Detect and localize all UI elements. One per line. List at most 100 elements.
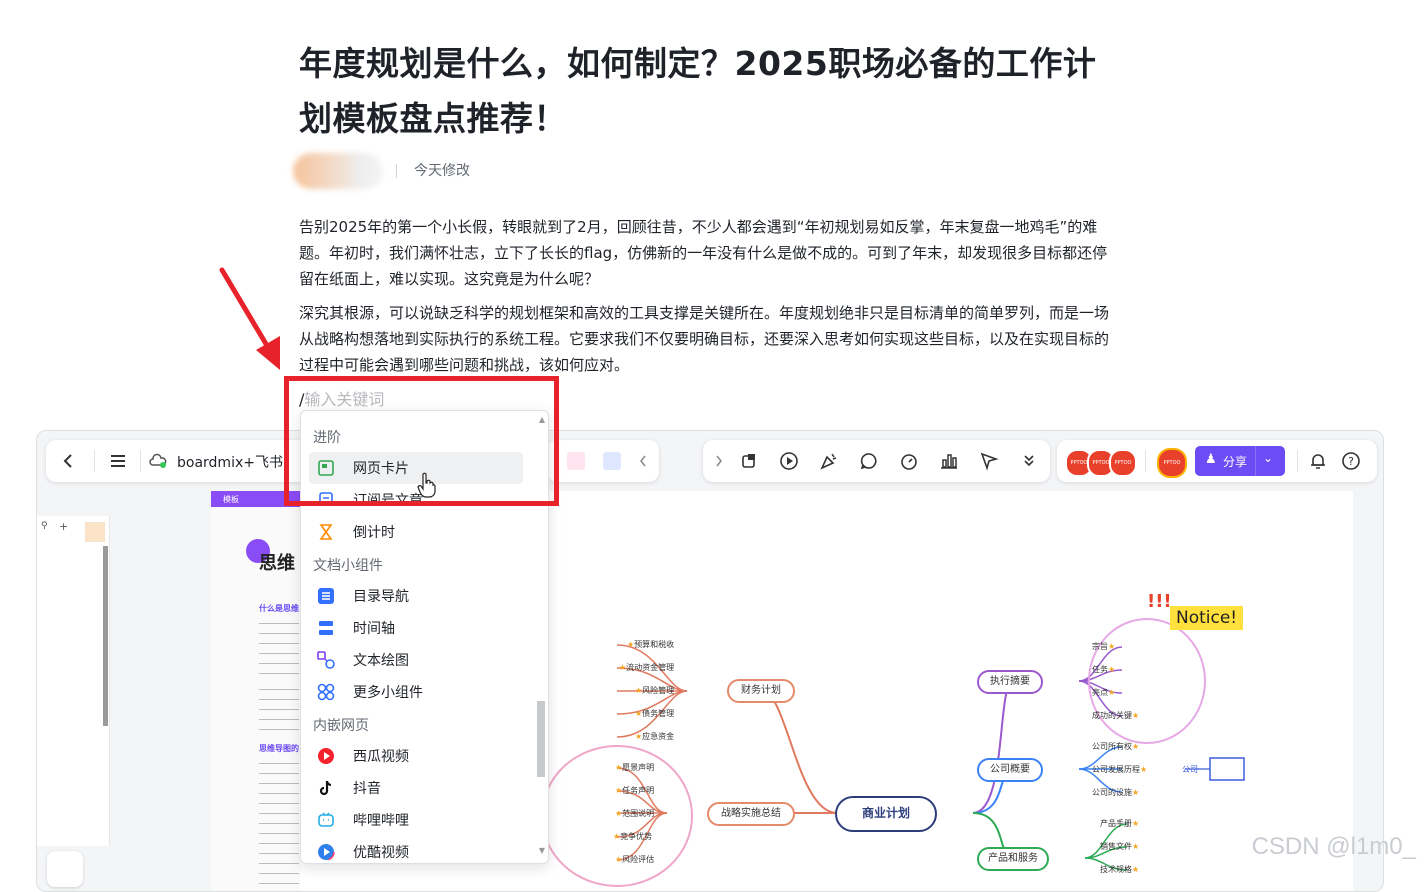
mindmap-leaf[interactable]: 亮点★ [1092, 687, 1115, 698]
cloud-sync-icon [148, 451, 168, 471]
self-avatar[interactable]: PPTOO [1157, 448, 1187, 478]
mindmap-leaf[interactable]: 宗旨★ [1092, 641, 1115, 652]
group-embed-web: 内嵌网页 [313, 718, 369, 734]
menu-item-label: 哔哩哔哩 [353, 813, 409, 829]
mindmap-leaf[interactable]: ★应急资金 [635, 731, 674, 742]
insert-toolbar [547, 440, 659, 482]
share-button[interactable]: ♟ 分享 ⌄ [1195, 446, 1285, 476]
present-icon[interactable] [779, 451, 799, 471]
mindmap-leaf[interactable]: ★预算和税收 [627, 639, 674, 650]
mindmap-node[interactable]: 战略实施总结 [707, 802, 795, 826]
menu-item-toc[interactable]: 目录导航 [309, 580, 523, 612]
mindmap-leaf[interactable]: 产品手册★ [1100, 818, 1139, 829]
collab-toolbar: PPTOO PPTOO PPTOO PPTOO ♟ 分享 ⌄ ? [1057, 440, 1377, 482]
mindmap-leaf[interactable]: ★愿景声明 [615, 762, 654, 773]
mindmap-leaf[interactable]: 任务★ [1092, 664, 1115, 675]
hourglass-icon [319, 524, 333, 540]
mindmap-node[interactable]: 公司概要 [977, 758, 1043, 782]
template-label: 模板 [223, 495, 239, 504]
follow-cursor-icon[interactable] [979, 451, 999, 471]
timeline-icon [319, 621, 333, 635]
mindmap-leaf[interactable]: ★风险管理 [635, 685, 674, 696]
mindmap-leaf[interactable]: 公司的设施★ [1092, 787, 1139, 798]
back-icon[interactable] [58, 451, 78, 471]
share-dropdown-chevron-icon[interactable]: ⌄ [1263, 451, 1273, 465]
app-logo-icon[interactable] [47, 851, 83, 887]
mindmap-leaf[interactable]: ★范围说明 [615, 808, 654, 819]
timer-icon[interactable] [899, 451, 919, 471]
doc-subheading-2: 思维导图的 [259, 744, 299, 753]
menu-item-xigua[interactable]: 西瓜视频 [309, 740, 523, 772]
mindmap-leaf[interactable]: 公司发展历程★ [1092, 764, 1147, 775]
mindmap-leaf[interactable]: ★风险评估 [615, 854, 654, 865]
widgets-icon [317, 683, 335, 701]
paragraph-1[interactable]: 告别2025年的第一个小长假，转眼就到了2月，回顾往昔，不少人都会遇到“年初规划… [299, 214, 1109, 292]
hand-cursor-icon [417, 472, 436, 498]
doc-subheading-1: 什么是思维 [259, 604, 299, 613]
panel-scrollbar[interactable] [103, 546, 108, 726]
group-doc-widgets: 文档小组件 [313, 558, 383, 574]
collapse-left-icon[interactable] [633, 451, 653, 471]
vote-icon[interactable] [939, 451, 959, 471]
menu-item-bilibili[interactable]: 哔哩哔哩 [309, 804, 523, 836]
paragraph-2[interactable]: 深究其根源，可以说缺乏科学的规划框架和高效的工具支撑是关键所在。年度规划绝非只是… [299, 300, 1109, 378]
sticky-tool-icon[interactable] [739, 451, 759, 471]
mindmap-leaf[interactable]: ★债务管理 [635, 708, 674, 719]
menu-item-douyin[interactable]: 抖音 [309, 772, 523, 804]
left-toolbar: boardmix+飞书 [46, 440, 314, 482]
boardmix-embed[interactable]: boardmix+飞书 PPTOO PPTOO PPTOO PPTOO ♟ 分享… [36, 430, 1384, 892]
comment-tool-icon[interactable] [603, 452, 621, 470]
add-icon[interactable]: + [59, 520, 68, 533]
menu-item-countdown[interactable]: 倒计时 [309, 516, 523, 548]
red-arrow-annotation [219, 267, 280, 370]
menu-item-label: 抖音 [353, 781, 381, 797]
menu-item-text-drawing[interactable]: 文本绘图 [309, 644, 523, 676]
expand-right-icon[interactable] [709, 451, 729, 471]
mindmap-leaf[interactable]: ★任务声明 [615, 785, 654, 796]
modified-time: 今天修改 [414, 163, 470, 179]
search-icon[interactable]: ⚲ [41, 521, 48, 531]
right-toolbar [703, 440, 1050, 482]
app-name[interactable]: boardmix+飞书 [177, 452, 283, 472]
mindmap-leaf[interactable]: 成功的关键★ [1092, 710, 1139, 721]
collaborator-avatar[interactable]: PPTOO [1109, 449, 1137, 477]
csdn-watermark: CSDN @l1m0_ [1251, 833, 1416, 860]
comment-icon[interactable] [859, 451, 879, 471]
doc-text-block [259, 617, 299, 677]
menu-icon[interactable] [108, 451, 128, 471]
mindmap-leaf[interactable]: ★竞争优势 [613, 831, 652, 842]
author-avatar-blurred [293, 153, 383, 189]
celebrate-icon[interactable] [819, 451, 839, 471]
scroll-down-arrow-icon[interactable]: ▼ [539, 846, 545, 855]
left-panel: ⚲ + [37, 516, 110, 887]
article-title: 年度规划是什么，如何制定？2025职场必备的工作计划模板盘点推荐！ [299, 44, 1097, 138]
mindmap-leaf[interactable]: 销售文件★ [1100, 841, 1139, 852]
menu-item-youku[interactable]: 优酷视频 [309, 836, 523, 863]
mindmap-leaf[interactable]: ★流动资金管理 [619, 662, 674, 673]
notice-sticker[interactable]: Notice! [1170, 606, 1244, 630]
doc-heading: 思维 [259, 553, 295, 574]
dropdown-scroll-thumb[interactable] [537, 701, 545, 777]
mindmap-tag[interactable]: 公司 [1182, 764, 1198, 775]
doc-text-block [259, 757, 299, 891]
mindmap-node[interactable]: 产品和服务 [977, 847, 1049, 871]
help-icon[interactable]: ? [1341, 451, 1361, 471]
mindmap-node[interactable]: 执行摘要 [977, 670, 1043, 694]
meta-divider [396, 164, 397, 178]
svg-text:?: ? [1348, 455, 1354, 468]
mindmap-node[interactable]: 财务计划 [727, 679, 795, 703]
menu-item-label: 时间轴 [353, 621, 395, 637]
doc-page: 思维 什么是思维 思维导图的 [211, 507, 301, 891]
mindmap-leaf[interactable]: 公司所有权★ [1092, 741, 1139, 752]
mindmap-center-node[interactable]: 商业计划 [835, 796, 937, 832]
page-thumbnail[interactable] [85, 522, 105, 542]
mindmap-leaf[interactable]: 技术规格★ [1100, 864, 1139, 875]
more-double-chevron-icon[interactable] [1019, 451, 1039, 471]
bell-icon[interactable] [1308, 451, 1328, 471]
xigua-icon [318, 748, 334, 764]
douyin-icon [319, 780, 332, 796]
menu-item-more-widgets[interactable]: 更多小组件 [309, 676, 523, 708]
menu-item-timeline[interactable]: 时间轴 [309, 612, 523, 644]
youku-icon [317, 843, 335, 861]
mindmap-tool-icon[interactable] [567, 452, 585, 470]
